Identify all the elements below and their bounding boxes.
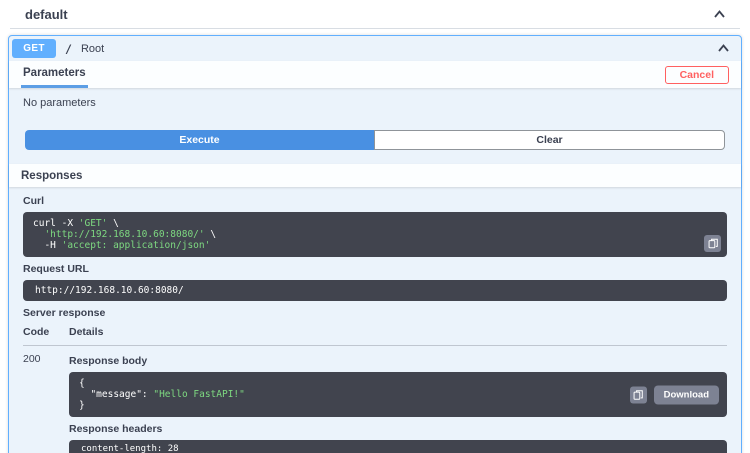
server-response-table: Code Details 200 Response body { "messag…	[23, 324, 727, 453]
opblock-get: GET / Root Parameters Cancel No paramete…	[8, 35, 742, 453]
request-url-label: Request URL	[23, 263, 89, 275]
parameters-tab-label: Parameters	[23, 67, 86, 79]
tag-section-header[interactable]: default	[10, 0, 740, 29]
tab-parameters[interactable]: Parameters	[21, 61, 88, 88]
request-url-block: http://192.168.10.60:8080/	[23, 280, 727, 301]
curl-string: 'http://192.168.10.60:8080/'	[44, 229, 205, 240]
chevron-up-icon[interactable]	[711, 6, 727, 22]
body-text: { "message":	[79, 378, 148, 400]
server-response-table-head: Code Details	[23, 324, 727, 346]
clear-button[interactable]: Clear	[374, 130, 725, 150]
server-response-row: 200 Response body { "message": "Hello Fa…	[23, 346, 727, 453]
curl-command-block: curl -X 'GET' \ 'http://192.168.10.60:80…	[23, 212, 727, 257]
response-headers-label: Response headers	[69, 423, 163, 435]
download-button[interactable]: Download	[653, 385, 719, 404]
swagger-ui-page: default GET / Root Parameters Cancel No …	[0, 0, 750, 453]
response-body-controls: Download	[629, 385, 719, 404]
response-body-label: Response body	[69, 355, 148, 367]
response-headers-text: content-length: 28 content-type: applica…	[81, 444, 179, 453]
curl-string: 'GET'	[78, 218, 108, 229]
responses-header-label: Responses	[21, 169, 83, 182]
parameters-body: No parameters	[9, 88, 741, 129]
body-text: }	[79, 400, 85, 411]
operation-path: /	[65, 41, 72, 56]
curl-string: 'accept: application/json'	[61, 240, 211, 251]
responses-section-header: Responses	[9, 164, 741, 187]
operation-summary: Root	[80, 42, 105, 55]
tag-title: default	[25, 6, 68, 22]
execute-button[interactable]: Execute	[25, 130, 374, 150]
response-details-cell: Response body { "message": "Hello FastAP…	[69, 353, 727, 453]
server-response-label: Server response	[23, 307, 106, 319]
body-string: "Hello FastAPI!"	[153, 389, 245, 400]
column-details: Details	[69, 326, 104, 338]
status-code: 200	[23, 353, 41, 365]
column-code: Code	[23, 326, 50, 338]
response-headers-block: content-length: 28 content-type: applica…	[69, 440, 727, 453]
method-badge[interactable]: GET	[12, 39, 56, 58]
copy-to-clipboard-icon[interactable]	[704, 235, 721, 252]
execute-wrapper: Execute Clear	[9, 129, 741, 164]
parameters-header: Parameters Cancel	[9, 61, 741, 88]
chevron-up-icon[interactable]	[715, 41, 731, 57]
request-url-value: http://192.168.10.60:8080/	[35, 285, 184, 296]
cancel-button[interactable]: Cancel	[664, 65, 729, 84]
curl-label: Curl	[23, 195, 44, 207]
copy-to-clipboard-icon[interactable]	[629, 386, 647, 403]
responses-inner: Curl curl -X 'GET' \ 'http://192.168.10.…	[9, 187, 741, 453]
curl-text: curl -X	[33, 218, 79, 229]
opblock-summary[interactable]: GET / Root	[9, 36, 741, 61]
no-parameters-text: No parameters	[23, 97, 96, 109]
response-body-block: { "message": "Hello FastAPI!" } Download	[69, 372, 727, 417]
